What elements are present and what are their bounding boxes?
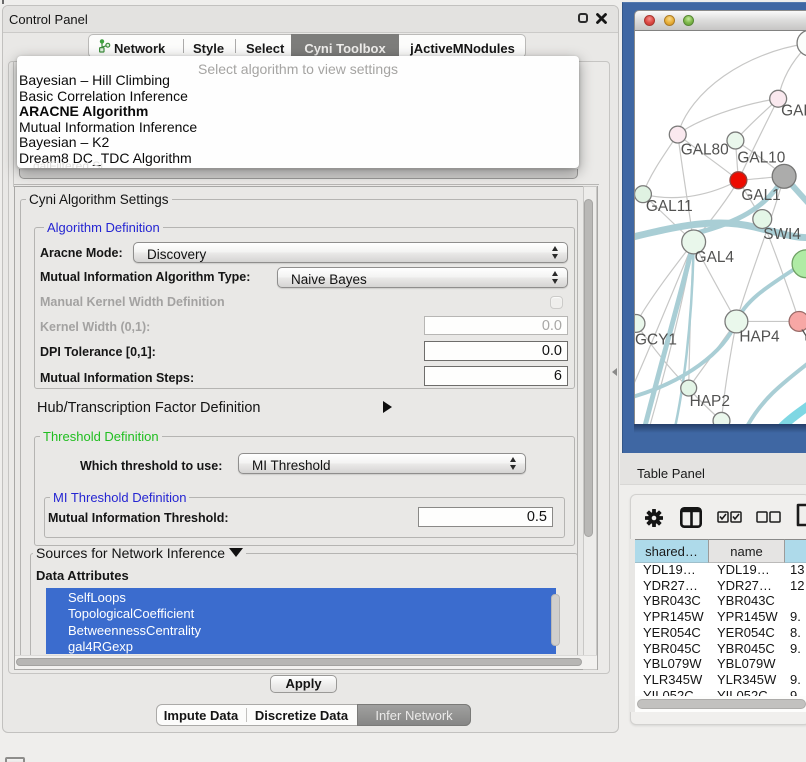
svg-text:GAL1: GAL1 (741, 187, 780, 204)
svg-text:SWI4: SWI4 (763, 226, 801, 243)
svg-text:GAL11: GAL11 (646, 198, 693, 215)
svg-text:GAL80: GAL80 (681, 141, 729, 158)
svg-text:GAL4: GAL4 (695, 249, 735, 266)
svg-text:HAP4: HAP4 (739, 328, 780, 345)
svg-text:GAL10: GAL10 (737, 149, 785, 166)
svg-text:Y: Y (801, 327, 806, 344)
svg-text:GCY1: GCY1 (635, 331, 677, 348)
svg-text:GAL2: GAL2 (781, 103, 806, 120)
svg-text:HAP2: HAP2 (690, 393, 730, 410)
